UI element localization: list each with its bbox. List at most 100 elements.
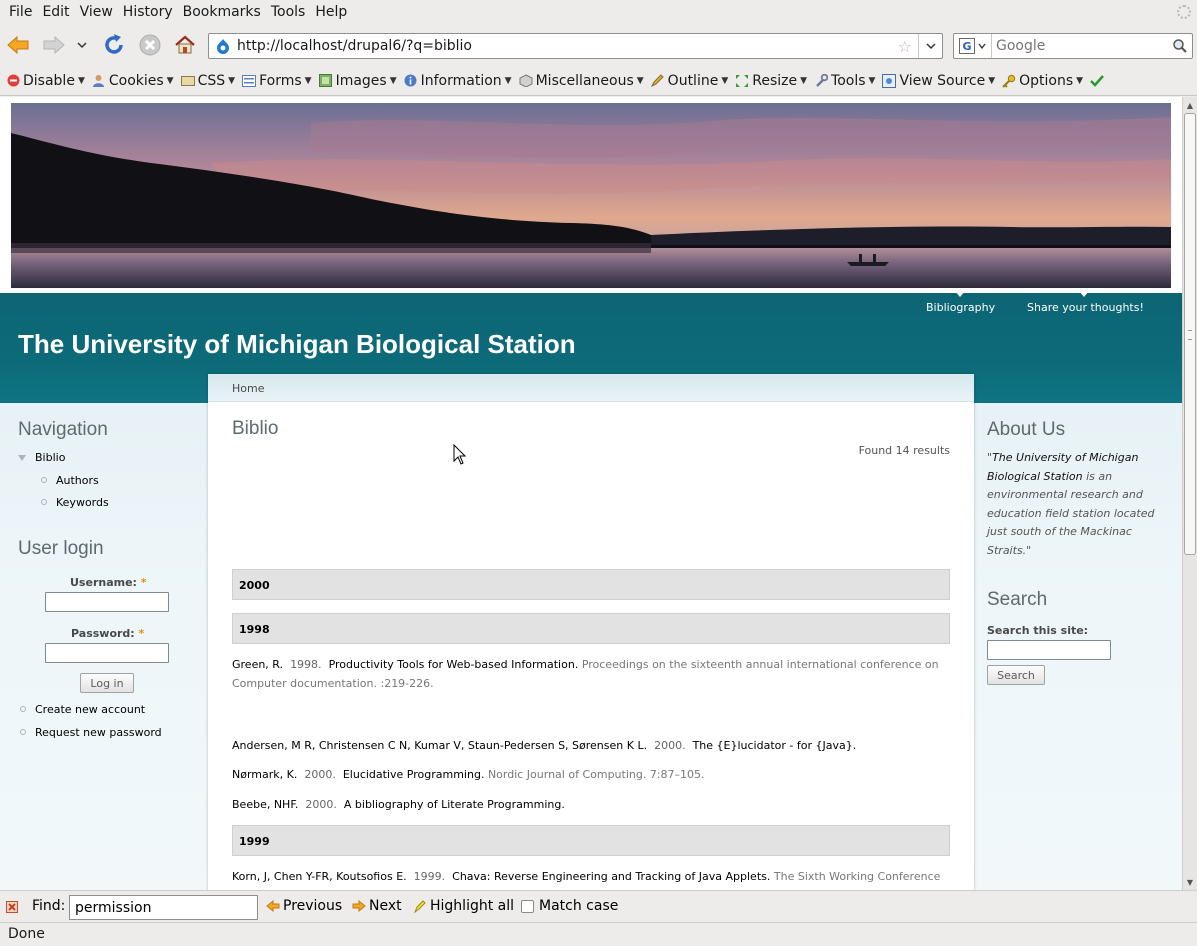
lake-sunset-banner-image [11, 103, 1171, 288]
password-field[interactable] [45, 643, 169, 663]
primary-link-bibliography[interactable]: Bibliography [926, 291, 995, 314]
navigation-toolbar: ☆ G [0, 24, 1197, 66]
magnifier-icon[interactable] [1172, 38, 1188, 54]
find-bar: Find: Previous Next Highlight all Match … [0, 890, 1197, 922]
entry-authors[interactable]: Nørmark, K, Andersen M R, Christensen C … [232, 614, 712, 627]
scroll-down-icon[interactable]: ▼ [1183, 875, 1197, 889]
entry-authors[interactable]: Andersen, M R, Christensen C N, Sørensen… [232, 662, 489, 675]
entry-authors[interactable]: Korn, J, Chen Y-FR, Koutsofios E. [232, 870, 407, 883]
circle-bullet-icon [20, 706, 26, 712]
dev-outline-label: Outline [667, 72, 719, 89]
dev-information-menu[interactable]: Information ▼ [404, 73, 512, 89]
match-case-checkbox[interactable] [521, 899, 534, 913]
primary-link-share-thoughts[interactable]: Share your thoughts! [1027, 291, 1144, 314]
entry-title-link[interactable]: A Suite of WWW-based Tools for Advanced … [343, 691, 694, 704]
menu-bookmarks[interactable]: Bookmarks [178, 0, 266, 24]
chevron-down-icon: ▼ [504, 75, 512, 86]
entry-authors[interactable]: Andersen, M R, Christensen C N, Kumar V,… [232, 739, 647, 752]
dev-resize-menu[interactable]: Resize ▼ [735, 73, 807, 89]
key-icon [1002, 74, 1016, 88]
dev-images-menu[interactable]: Images ▼ [319, 73, 397, 89]
site-title[interactable]: The University of Michigan Biological St… [18, 329, 576, 360]
entry-year: 2000. [719, 614, 751, 627]
find-previous-button[interactable]: Previous [266, 898, 342, 914]
highlight-all-button[interactable]: Highlight all [413, 898, 514, 914]
url-input[interactable] [237, 38, 877, 54]
biblio-entry: Nørmark, K. 2000. Elucidative Programmin… [232, 768, 705, 781]
menu-file[interactable]: File [4, 0, 37, 24]
forward-arrow-icon [43, 35, 65, 55]
forms-icon [242, 74, 257, 88]
status-bar: Done [0, 922, 1197, 946]
reload-icon [105, 34, 123, 54]
breadcrumb-home-link[interactable]: Home [232, 382, 264, 395]
required-marker: * [140, 576, 147, 589]
dev-forms-menu[interactable]: Forms ▼ [242, 72, 312, 89]
dev-css-label: CSS [197, 72, 226, 89]
site-search-input[interactable] [987, 640, 1111, 660]
entry-authors[interactable]: Nørmark, K. [232, 768, 297, 781]
dev-css-menu[interactable]: CSS ▼ [180, 72, 235, 89]
scroll-up-icon[interactable]: ▲ [1183, 98, 1197, 112]
web-search-input[interactable] [992, 37, 1170, 55]
misc-icon [519, 74, 533, 88]
search-engine-selector[interactable]: G [954, 34, 992, 58]
entry-authors[interactable]: Nørmark, K. [232, 691, 297, 704]
username-field[interactable] [45, 592, 169, 612]
address-bar[interactable]: ☆ [208, 33, 943, 59]
back-button[interactable] [4, 31, 32, 59]
status-text: Done [8, 926, 45, 942]
dev-view-source-menu[interactable]: View Source ▼ [882, 73, 995, 89]
entry-title-link[interactable]: Chava: Reverse Engineering and Tracking … [452, 870, 767, 883]
next-arrow-icon [352, 900, 366, 912]
home-button[interactable] [171, 31, 199, 59]
match-case-option[interactable]: Match case [521, 898, 618, 914]
chevron-down-icon: ▼ [800, 75, 808, 86]
menu-help[interactable]: Help [310, 0, 352, 24]
log-in-button[interactable]: Log in [80, 673, 134, 693]
entry-authors[interactable]: Beebe, NHF. [232, 798, 298, 811]
chevron-down-icon [978, 43, 986, 49]
dev-forms-label: Forms [259, 72, 302, 89]
reload-button[interactable] [100, 31, 128, 59]
history-dropdown[interactable] [72, 31, 92, 59]
circle-bullet-icon [41, 477, 47, 483]
chevron-down-icon: ▼ [389, 75, 397, 86]
entry-title-link[interactable]: A bibliography of Literate Programming [344, 798, 561, 811]
about-us-station-name: The University of Michigan Biological St… [987, 451, 1139, 483]
dev-miscellaneous-menu[interactable]: Miscellaneous ▼ [519, 73, 644, 89]
dev-options-menu[interactable]: Options ▼ [1002, 73, 1083, 89]
forward-button[interactable] [40, 31, 68, 59]
dev-tools-label: Tools [831, 72, 866, 89]
highlight-all-label: Highlight all [430, 898, 515, 914]
stop-button[interactable] [136, 31, 164, 59]
dev-cookies-menu[interactable]: Cookies ▼ [92, 73, 174, 89]
user-login-block-title: User login [18, 538, 104, 559]
dev-tools-menu[interactable]: Tools ▼ [814, 73, 875, 89]
url-dropdown-button[interactable] [918, 34, 942, 58]
chevron-down-icon: ▼ [636, 75, 644, 86]
biblio-entry: Beebe, NHF. 2000. A bibliography of Lite… [232, 798, 565, 811]
close-icon[interactable] [6, 901, 18, 913]
entry-title-link[interactable]: Internal documentation in an Elucidative… [535, 662, 832, 675]
menu-view[interactable]: View [75, 0, 118, 24]
entry-year: 2000. [496, 662, 528, 675]
biblio-entry: Nørmark, K. 2000. A Suite of WWW-based T… [232, 691, 939, 723]
entry-title-link[interactable]: Elucidative Programming [343, 768, 481, 781]
entry-title-link[interactable]: The {E}lucidator - for {Java} [693, 739, 853, 752]
dev-outline-menu[interactable]: Outline ▼ [651, 72, 728, 89]
pencil-icon [651, 74, 665, 88]
find-next-button[interactable]: Next [352, 898, 402, 914]
dev-validate-status[interactable] [1090, 74, 1105, 88]
site-search-button[interactable]: Search [987, 665, 1045, 685]
menu-edit[interactable]: Edit [37, 0, 74, 24]
bookmark-star-icon[interactable]: ☆ [898, 37, 912, 56]
find-input[interactable] [69, 895, 258, 920]
page-scrollbar[interactable]: ▲ ▼ [1182, 97, 1197, 890]
entry-year: 1999. [413, 870, 446, 883]
scrollbar-thumb[interactable] [1184, 113, 1196, 555]
menu-tools[interactable]: Tools [266, 0, 311, 24]
dev-disable-menu[interactable]: Disable ▼ [6, 73, 85, 89]
menu-history[interactable]: History [118, 0, 178, 24]
web-search-bar[interactable]: G [953, 33, 1193, 59]
